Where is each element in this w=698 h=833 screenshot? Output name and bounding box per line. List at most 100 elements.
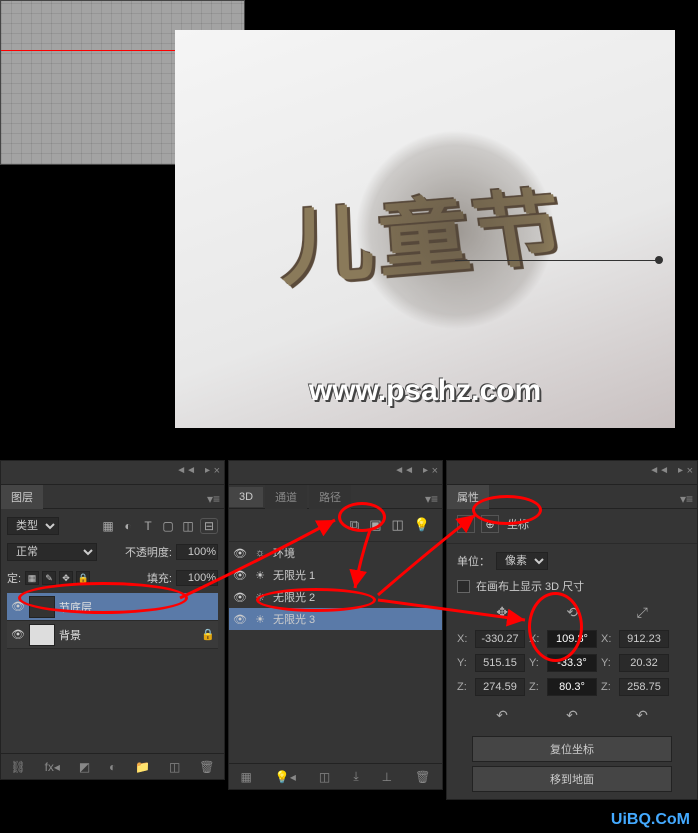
- reset-coords-button[interactable]: 复位坐标: [472, 736, 672, 762]
- filter-toggle-icon[interactable]: ⊟: [200, 518, 218, 534]
- document-canvas[interactable]: 儿童节 www.psahz.com: [175, 30, 675, 428]
- layer-group-icon[interactable]: 📁: [135, 760, 150, 774]
- tab-layers[interactable]: 图层: [1, 485, 43, 509]
- layers-bottom-bar: ⛓ fx◂ ◩ ◐ 📁 ◫ 🗑: [1, 753, 224, 779]
- opacity-input[interactable]: [176, 544, 218, 560]
- layer-fx-icon[interactable]: fx◂: [45, 760, 60, 774]
- tab-3d[interactable]: 3D: [229, 487, 263, 507]
- tab-paths[interactable]: 路径: [309, 485, 351, 509]
- fill-label: 填充:: [147, 570, 172, 586]
- rotate-icon[interactable]: ⟲: [566, 604, 578, 621]
- 3d-bottom-bar: ▦ 💡◂ ◫ ⤓ ⊥ 🗑: [229, 763, 442, 789]
- adjustment-layer-icon[interactable]: ◐: [109, 760, 116, 774]
- layer-item-background[interactable]: 👁 背景 🔒: [7, 621, 218, 649]
- blend-mode-select[interactable]: 正常: [7, 543, 97, 561]
- lock-icon[interactable]: 🔒: [198, 628, 218, 641]
- layer-thumbnail[interactable]: [29, 624, 55, 646]
- add-to-ground-icon[interactable]: ⤓: [353, 769, 358, 784]
- filter-adjust-icon[interactable]: ◐: [120, 518, 136, 534]
- panel-chevron-icon[interactable]: ▸: [423, 465, 428, 476]
- render-icon[interactable]: ▦: [241, 770, 252, 784]
- panel-close-icon[interactable]: ×: [214, 465, 220, 477]
- lock-position-icon[interactable]: ✥: [59, 571, 73, 585]
- panel-collapse-icon[interactable]: ◄◄: [176, 465, 196, 476]
- panel-chevron-icon[interactable]: ▸: [205, 465, 210, 476]
- visibility-icon[interactable]: 👁: [229, 569, 251, 582]
- visibility-icon[interactable]: 👁: [229, 613, 251, 626]
- mode-light-icon[interactable]: ☀: [457, 515, 475, 533]
- filter-smart-icon[interactable]: ◫: [180, 518, 196, 534]
- y-scale-input[interactable]: [619, 654, 669, 672]
- props-tab-row: 属性 ▾≡: [447, 485, 697, 509]
- panel-menu-icon[interactable]: ▾≡: [207, 492, 220, 506]
- filter-material-icon[interactable]: ◫: [392, 517, 404, 533]
- layer-item-selected[interactable]: 👁 节底层: [7, 593, 218, 621]
- filter-scene-icon[interactable]: ⧉: [350, 517, 359, 533]
- scale-icon[interactable]: ⤢: [637, 604, 648, 621]
- layers-panel-tabs: ◄◄ ▸ ×: [1, 461, 224, 485]
- filter-type-icon[interactable]: T: [140, 518, 156, 534]
- new-layer-icon[interactable]: ◫: [169, 760, 180, 774]
- panel-menu-icon[interactable]: ▾≡: [680, 492, 693, 506]
- show-3d-size-checkbox[interactable]: [457, 580, 470, 593]
- z-rot-input[interactable]: [547, 678, 597, 696]
- y-rot-input[interactable]: [547, 654, 597, 672]
- x-pos-input[interactable]: [475, 630, 525, 648]
- undo-move-icon[interactable]: ↶: [496, 707, 508, 724]
- x-rot-input[interactable]: [547, 630, 597, 648]
- link-layers-icon[interactable]: ⛓: [10, 760, 25, 774]
- 3d-light-handle-end[interactable]: [655, 256, 663, 264]
- new-texture-icon[interactable]: ◫: [319, 770, 330, 784]
- slice-icon[interactable]: ⊥: [382, 770, 392, 784]
- lock-all-icon[interactable]: 🔒: [76, 571, 90, 585]
- undo-scale-icon[interactable]: ↶: [636, 707, 648, 724]
- panel-close-icon[interactable]: ×: [432, 465, 438, 477]
- filter-kind-select[interactable]: 类型: [7, 517, 59, 535]
- visibility-icon[interactable]: 👁: [229, 547, 251, 560]
- filter-pixel-icon[interactable]: ▦: [100, 518, 116, 534]
- mode-coords-icon[interactable]: ⊕: [481, 515, 499, 533]
- scene-item-light-1[interactable]: 👁 ☀ 无限光 1: [229, 564, 442, 586]
- x-label: X:: [457, 633, 471, 645]
- panel-menu-icon[interactable]: ▾≡: [425, 492, 438, 506]
- filter-light-icon[interactable]: 💡: [414, 517, 430, 533]
- footer-logo: UiBQ.CoM: [611, 811, 690, 829]
- filter-shape-icon[interactable]: ▢: [160, 518, 176, 534]
- tab-properties[interactable]: 属性: [447, 485, 489, 509]
- scene-item-label: 环境: [269, 545, 442, 561]
- filter-mesh-icon[interactable]: ▣: [369, 517, 381, 533]
- panel-collapse-icon[interactable]: ◄◄: [394, 465, 414, 476]
- panel-close-icon[interactable]: ×: [687, 465, 693, 477]
- layer-thumbnail[interactable]: [29, 596, 55, 618]
- layer-name[interactable]: 背景: [59, 627, 198, 643]
- tab-channels[interactable]: 通道: [265, 485, 307, 509]
- move-to-ground-button[interactable]: 移到地面: [472, 766, 672, 792]
- x-scale-input[interactable]: [619, 630, 669, 648]
- layer-mask-icon[interactable]: ◩: [79, 760, 90, 774]
- visibility-icon[interactable]: 👁: [7, 600, 29, 613]
- unit-select[interactable]: 像素: [496, 552, 548, 570]
- unit-row: 单位： 像素: [447, 548, 697, 574]
- z-pos-input[interactable]: [475, 678, 525, 696]
- fill-input[interactable]: [176, 570, 218, 586]
- z-scale-input[interactable]: [619, 678, 669, 696]
- visibility-icon[interactable]: 👁: [7, 628, 29, 641]
- scene-item-environment[interactable]: 👁 ☼ 环境: [229, 542, 442, 564]
- layer-name[interactable]: 节底层: [59, 599, 218, 615]
- move-icon[interactable]: ✥: [496, 604, 508, 621]
- undo-rotate-icon[interactable]: ↶: [566, 707, 578, 724]
- 3d-light-gizmo[interactable]: [355, 130, 555, 330]
- y-pos-input[interactable]: [475, 654, 525, 672]
- lock-pixels-icon[interactable]: ✎: [42, 571, 56, 585]
- panel-collapse-icon[interactable]: ◄◄: [649, 465, 669, 476]
- props-mode-row: ☀ ⊕ 坐标: [447, 509, 697, 539]
- new-light-icon[interactable]: 💡◂: [275, 770, 296, 784]
- delete-icon[interactable]: 🗑: [415, 770, 430, 784]
- panel-chevron-icon[interactable]: ▸: [678, 465, 683, 476]
- delete-layer-icon[interactable]: 🗑: [199, 760, 214, 774]
- scene-item-light-2[interactable]: 👁 ☀ 无限光 2: [229, 586, 442, 608]
- scene-item-light-3[interactable]: 👁 ☀ 无限光 3: [229, 608, 442, 630]
- lock-transparent-icon[interactable]: ▦: [25, 571, 39, 585]
- visibility-icon[interactable]: 👁: [229, 591, 251, 604]
- show-3d-size-label: 在画布上显示 3D 尺寸: [476, 578, 584, 594]
